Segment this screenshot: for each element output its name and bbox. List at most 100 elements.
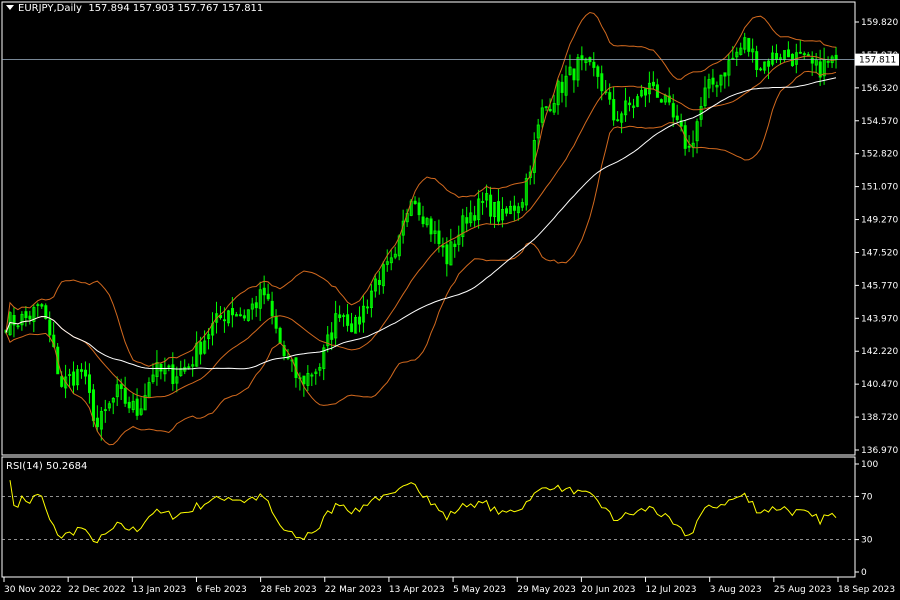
date-tick-label: 5 May 2023 <box>453 585 506 595</box>
candle-body <box>600 73 604 92</box>
candle-body <box>445 244 449 265</box>
candle-body <box>358 316 362 325</box>
main-plot-frame <box>1 1 856 456</box>
candle-body <box>254 302 258 309</box>
candle-body <box>759 68 763 71</box>
candle-body <box>350 323 354 333</box>
candle-body <box>274 315 278 329</box>
candle-body <box>548 108 552 112</box>
candle-body <box>159 363 163 372</box>
candle-body <box>278 327 282 344</box>
price-tick-label: 145.770 <box>861 281 898 291</box>
candle-body <box>417 202 421 216</box>
moving-average-line <box>5 77 837 370</box>
candles <box>4 32 838 441</box>
candle-body <box>346 314 350 326</box>
candle-body <box>429 218 433 235</box>
candle-body <box>481 201 485 203</box>
price-tick-label: 156.320 <box>861 84 898 94</box>
candle-body <box>441 245 445 248</box>
candle-body <box>810 57 814 64</box>
candle-body <box>48 319 52 336</box>
date-tick-label: 30 Nov 2022 <box>4 585 62 595</box>
candle-body <box>199 341 203 355</box>
candle-body <box>504 208 508 214</box>
bollinger-upper-line <box>5 11 837 367</box>
candle-body <box>747 37 751 52</box>
candle-body <box>24 311 28 319</box>
price-tick-label: 136.970 <box>861 446 898 456</box>
candle-body <box>88 374 92 393</box>
price-tick-label: 159.820 <box>861 18 898 28</box>
candle-body <box>453 243 457 248</box>
price-tick-label: 138.720 <box>861 413 898 423</box>
candle-body <box>266 293 270 300</box>
rsi-tick-label: 0 <box>861 568 867 578</box>
candle-body <box>755 51 759 71</box>
candle-body <box>238 314 242 317</box>
candle-body <box>775 53 779 60</box>
candle-body <box>127 401 131 409</box>
candle-body <box>437 230 441 245</box>
candle-body <box>270 300 274 317</box>
price-tick-label: 147.520 <box>861 248 898 258</box>
candle-body <box>330 332 334 340</box>
candle-body <box>40 304 44 307</box>
date-tick-label: 18 Sep 2023 <box>838 585 895 595</box>
rsi-tick-label: 30 <box>861 536 873 546</box>
bollinger-lower-line <box>5 70 837 446</box>
price-tick-label: 143.970 <box>861 314 898 324</box>
candle-body <box>171 364 175 385</box>
price-chart[interactable]: 159.820157.970156.320154.570152.820151.0… <box>0 0 900 600</box>
date-tick-label: 6 Feb 2023 <box>196 585 246 595</box>
candle-body <box>767 60 771 67</box>
date-tick-label: 28 Feb 2023 <box>261 585 317 595</box>
candle-body <box>302 375 306 385</box>
candle-body <box>608 92 612 100</box>
candle-body <box>644 88 648 96</box>
current-price-label: 157.811 <box>859 56 896 66</box>
candle-body <box>671 103 675 118</box>
candle-body <box>834 54 838 61</box>
price-tick-label: 140.470 <box>861 380 898 390</box>
candle-body <box>135 398 139 416</box>
date-tick-label: 22 Dec 2022 <box>68 585 126 595</box>
candle-body <box>616 119 620 122</box>
price-tick-label: 151.070 <box>861 183 898 193</box>
candle-body <box>242 315 246 319</box>
candle-body <box>560 81 564 93</box>
candle-body <box>687 145 691 148</box>
candle-body <box>413 200 417 205</box>
candle-body <box>786 49 790 58</box>
candle-body <box>512 205 516 211</box>
date-tick-label: 20 Jun 2023 <box>581 585 635 595</box>
candle-body <box>651 81 655 87</box>
candle-body <box>473 215 477 221</box>
candle-body <box>711 77 715 85</box>
price-tick-label: 154.570 <box>861 117 898 127</box>
candle-body <box>592 61 596 68</box>
price-tick-label: 149.270 <box>861 216 898 226</box>
candle-body <box>377 279 381 285</box>
rsi-plot-frame <box>1 456 856 578</box>
candle-body <box>223 319 227 322</box>
candle-body <box>119 384 123 389</box>
price-tick-label: 152.820 <box>861 150 898 160</box>
candle-body <box>465 217 469 224</box>
candle-body <box>497 201 501 222</box>
candle-body <box>84 369 88 377</box>
date-tick-label: 13 Apr 2023 <box>389 585 445 595</box>
candle-body <box>95 417 99 428</box>
candle-body <box>91 389 95 422</box>
rsi-line <box>9 480 837 544</box>
candle-body <box>628 102 632 106</box>
candle-body <box>798 51 802 54</box>
candle-body <box>675 115 679 120</box>
rsi-tick-label: 100 <box>861 460 878 470</box>
date-tick-label: 29 May 2023 <box>517 585 576 595</box>
date-tick-label: 13 Jan 2023 <box>132 585 186 595</box>
candle-body <box>723 72 727 77</box>
candle-body <box>28 315 32 320</box>
candle-body <box>421 216 425 225</box>
candle-body <box>659 99 663 103</box>
